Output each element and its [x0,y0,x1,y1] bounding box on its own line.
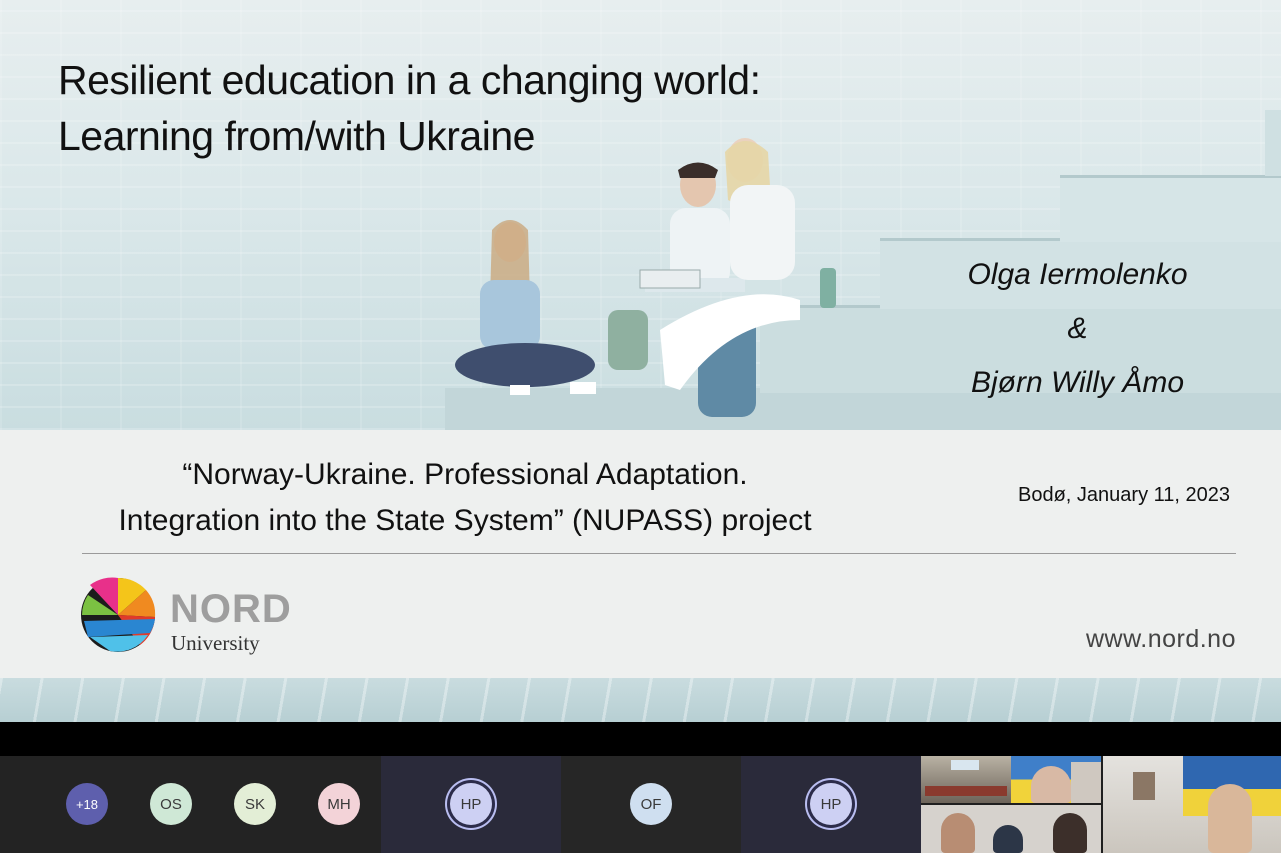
slide-title-line: Resilient education in a changing world: [58,57,761,103]
video-feed[interactable] [1103,756,1281,853]
participant-avatar: HP [450,783,492,825]
participant-avatar[interactable]: SK [234,783,276,825]
participants-bar: +18 OS SK MH HP OF HP [0,756,1281,853]
more-participants-badge[interactable]: +18 [66,783,108,825]
participant-avatar: HP [810,783,852,825]
slide-footer-image [0,678,1281,722]
website-link: www.nord.no [1085,625,1236,653]
video-feed[interactable] [921,756,1011,803]
slide-title: Resilient education in a changing world:… [58,52,958,164]
participant-tile[interactable]: HP [381,756,561,853]
video-feed[interactable] [1011,756,1101,803]
logo-name: NORD [170,587,292,631]
participant-avatar[interactable]: MH [318,783,360,825]
students-photo [455,138,836,417]
divider [82,553,1236,554]
presentation-date: Bodø, January 11, 2023 [1018,484,1230,506]
author-name: Bjørn Willy Åmo [970,366,1185,399]
participant-avatar-group[interactable]: +18 OS SK MH [0,756,381,853]
stage-gap [0,722,1281,756]
authors-ampersand: & [1067,312,1088,345]
project-title-line: Integration into the State System” (NUPA… [118,504,812,537]
project-title-line: “Norway-Ukraine. Professional Adaptation… [182,458,748,491]
participant-tile[interactable]: HP [741,756,921,853]
slide-title-line: Learning from/with Ukraine [58,113,535,159]
video-feed[interactable] [921,805,1101,853]
logo-subtitle: University [171,631,260,655]
authors: Olga Iermolenko & Bjørn Willy Åmo [940,248,1215,410]
participant-tile[interactable]: OF [561,756,741,853]
author-name: Olga Iermolenko [967,258,1188,291]
nord-logo-icon [81,577,156,652]
participant-avatar: OF [630,783,672,825]
presentation-slide: Resilient education in a changing world:… [0,0,1281,722]
participant-avatar[interactable]: OS [150,783,192,825]
nord-university-logo: NORD University [80,575,320,655]
project-title: “Norway-Ukraine. Professional Adaptation… [60,452,870,544]
